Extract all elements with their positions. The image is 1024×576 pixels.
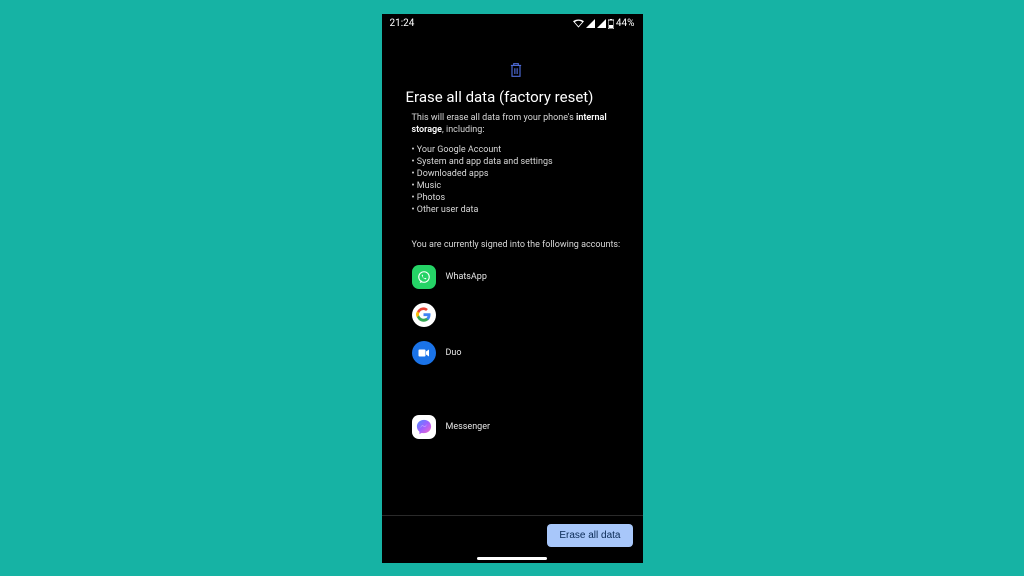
duo-icon (412, 341, 436, 365)
account-list: WhatsApp Duo (412, 263, 621, 441)
nav-handle[interactable] (477, 557, 547, 560)
battery-icon (608, 19, 614, 29)
trash-icon (412, 62, 621, 78)
account-label: WhatsApp (446, 272, 487, 282)
bullet-item: Photos (412, 192, 621, 204)
whatsapp-icon (412, 265, 436, 289)
bullet-item: Music (412, 180, 621, 192)
account-google[interactable] (412, 301, 621, 329)
page-title: Erase all data (factory reset) (406, 88, 621, 106)
description: This will erase all data from your phone… (412, 112, 621, 136)
status-bar: 21:24 44% (382, 14, 643, 34)
bullet-item: System and app data and settings (412, 156, 621, 168)
signal-icon (586, 19, 595, 28)
signal-icon-2 (597, 19, 606, 28)
status-right: 44% (573, 18, 635, 29)
bullet-item: Other user data (412, 204, 621, 216)
desc-post: , including: (442, 125, 485, 135)
account-whatsapp[interactable]: WhatsApp (412, 263, 621, 291)
phone-frame: 21:24 44% Erase all data (factory reset)… (382, 14, 643, 563)
signed-in-text: You are currently signed into the follow… (412, 239, 621, 251)
bullet-item: Your Google Account (412, 144, 621, 156)
content-area: Erase all data (factory reset) This will… (382, 62, 643, 441)
google-icon (412, 303, 436, 327)
desc-pre: This will erase all data from your phone… (412, 113, 577, 123)
bullet-list: Your Google Account System and app data … (412, 144, 621, 217)
footer-bar: Erase all data (382, 515, 643, 563)
erase-all-data-button[interactable]: Erase all data (547, 524, 632, 547)
account-duo[interactable]: Duo (412, 339, 621, 367)
status-time: 21:24 (390, 18, 415, 29)
messenger-icon (412, 415, 436, 439)
account-label: Duo (446, 348, 462, 358)
account-messenger[interactable]: Messenger (412, 413, 621, 441)
bullet-item: Downloaded apps (412, 168, 621, 180)
account-label: Messenger (446, 422, 491, 432)
battery-text: 44% (616, 18, 635, 29)
wifi-icon (573, 19, 584, 28)
